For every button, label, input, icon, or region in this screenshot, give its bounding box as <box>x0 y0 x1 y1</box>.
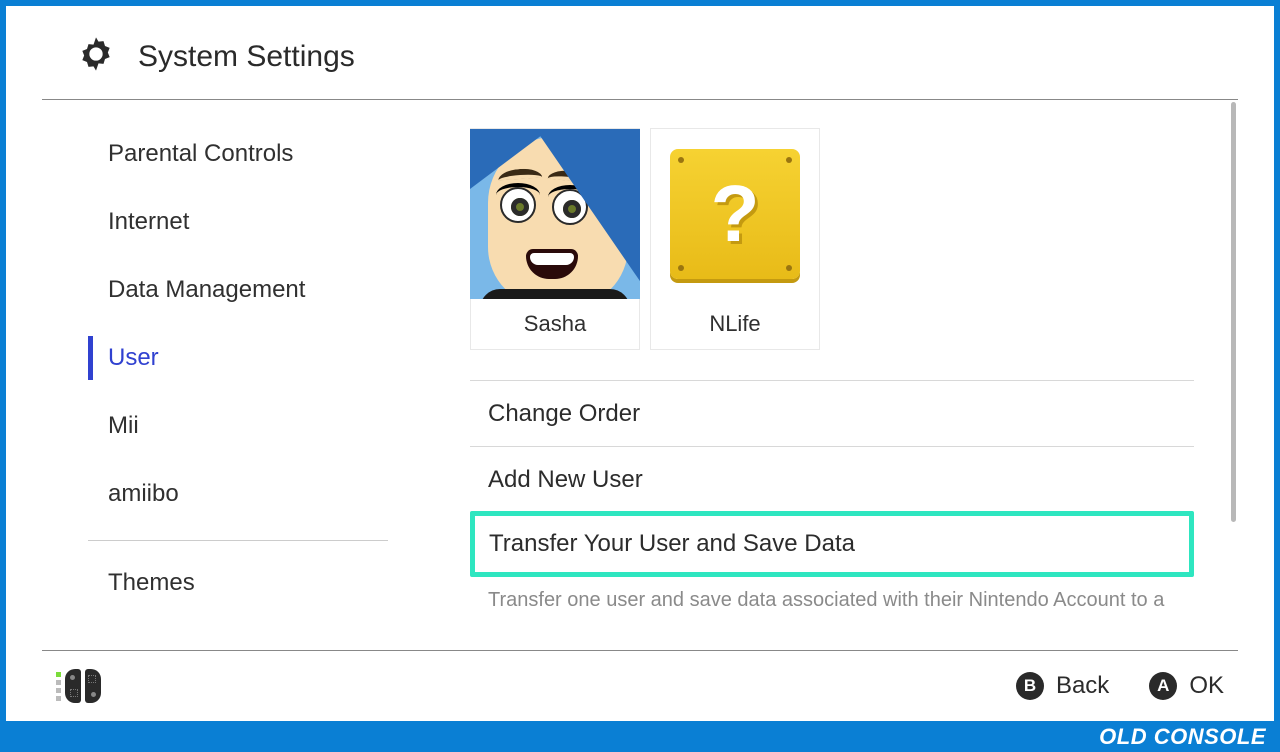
b-button-icon: B <box>1016 672 1044 700</box>
user-name: Sasha <box>524 299 586 349</box>
user-list: Sasha NLife <box>470 128 1194 350</box>
sidebar-item-label: Themes <box>108 569 195 597</box>
sidebar-item-mii[interactable]: Mii <box>88 392 406 460</box>
option-transfer-user[interactable]: Transfer Your User and Save Data <box>470 511 1194 577</box>
sidebar-item-label: Data Management <box>108 276 305 304</box>
sidebar-item-amiibo[interactable]: amiibo <box>88 460 406 528</box>
question-block-icon <box>670 149 800 279</box>
option-label: Add New User <box>488 466 643 494</box>
user-card-nlife[interactable]: NLife <box>650 128 820 350</box>
user-name: NLife <box>709 299 760 349</box>
avatar <box>650 129 820 299</box>
sidebar-item-label: Mii <box>108 412 139 440</box>
controller-icon <box>56 669 101 703</box>
option-change-order[interactable]: Change Order <box>470 380 1194 446</box>
a-button-icon: A <box>1149 672 1177 700</box>
scrollbar[interactable] <box>1231 102 1236 522</box>
ok-label: OK <box>1189 672 1224 700</box>
option-add-new-user[interactable]: Add New User <box>470 446 1194 512</box>
divider <box>88 540 388 541</box>
gear-icon <box>76 34 116 79</box>
ok-action[interactable]: A OK <box>1149 672 1224 700</box>
sidebar-item-label: Parental Controls <box>108 140 293 168</box>
watermark: OLD CONSOLE <box>1099 724 1266 750</box>
sidebar-item-parental-controls[interactable]: Parental Controls <box>88 120 406 188</box>
sidebar: Parental Controls Internet Data Manageme… <box>6 100 406 630</box>
sidebar-item-user[interactable]: User <box>88 324 406 392</box>
sidebar-item-label: User <box>108 344 159 372</box>
sidebar-item-label: Internet <box>108 208 189 236</box>
sidebar-item-themes[interactable]: Themes <box>88 549 406 617</box>
option-description: Transfer one user and save data associat… <box>470 577 1194 607</box>
page-title: System Settings <box>138 40 355 74</box>
option-list: Change Order Add New User Transfer Your … <box>470 380 1194 577</box>
sidebar-item-internet[interactable]: Internet <box>88 188 406 256</box>
avatar <box>470 129 640 299</box>
option-label: Change Order <box>488 400 640 428</box>
option-label: Transfer Your User and Save Data <box>489 530 855 558</box>
mii-avatar-icon <box>470 129 640 299</box>
main-panel: Sasha NLife Change Order Add New Us <box>406 100 1274 630</box>
back-action[interactable]: B Back <box>1016 672 1109 700</box>
user-card-sasha[interactable]: Sasha <box>470 128 640 350</box>
screen: System Settings Parental Controls Intern… <box>6 6 1274 721</box>
sidebar-item-label: amiibo <box>108 480 179 508</box>
footer: B Back A OK <box>6 651 1274 721</box>
frame: System Settings Parental Controls Intern… <box>0 0 1280 752</box>
back-label: Back <box>1056 672 1109 700</box>
sidebar-item-data-management[interactable]: Data Management <box>88 256 406 324</box>
header: System Settings <box>6 6 1274 99</box>
